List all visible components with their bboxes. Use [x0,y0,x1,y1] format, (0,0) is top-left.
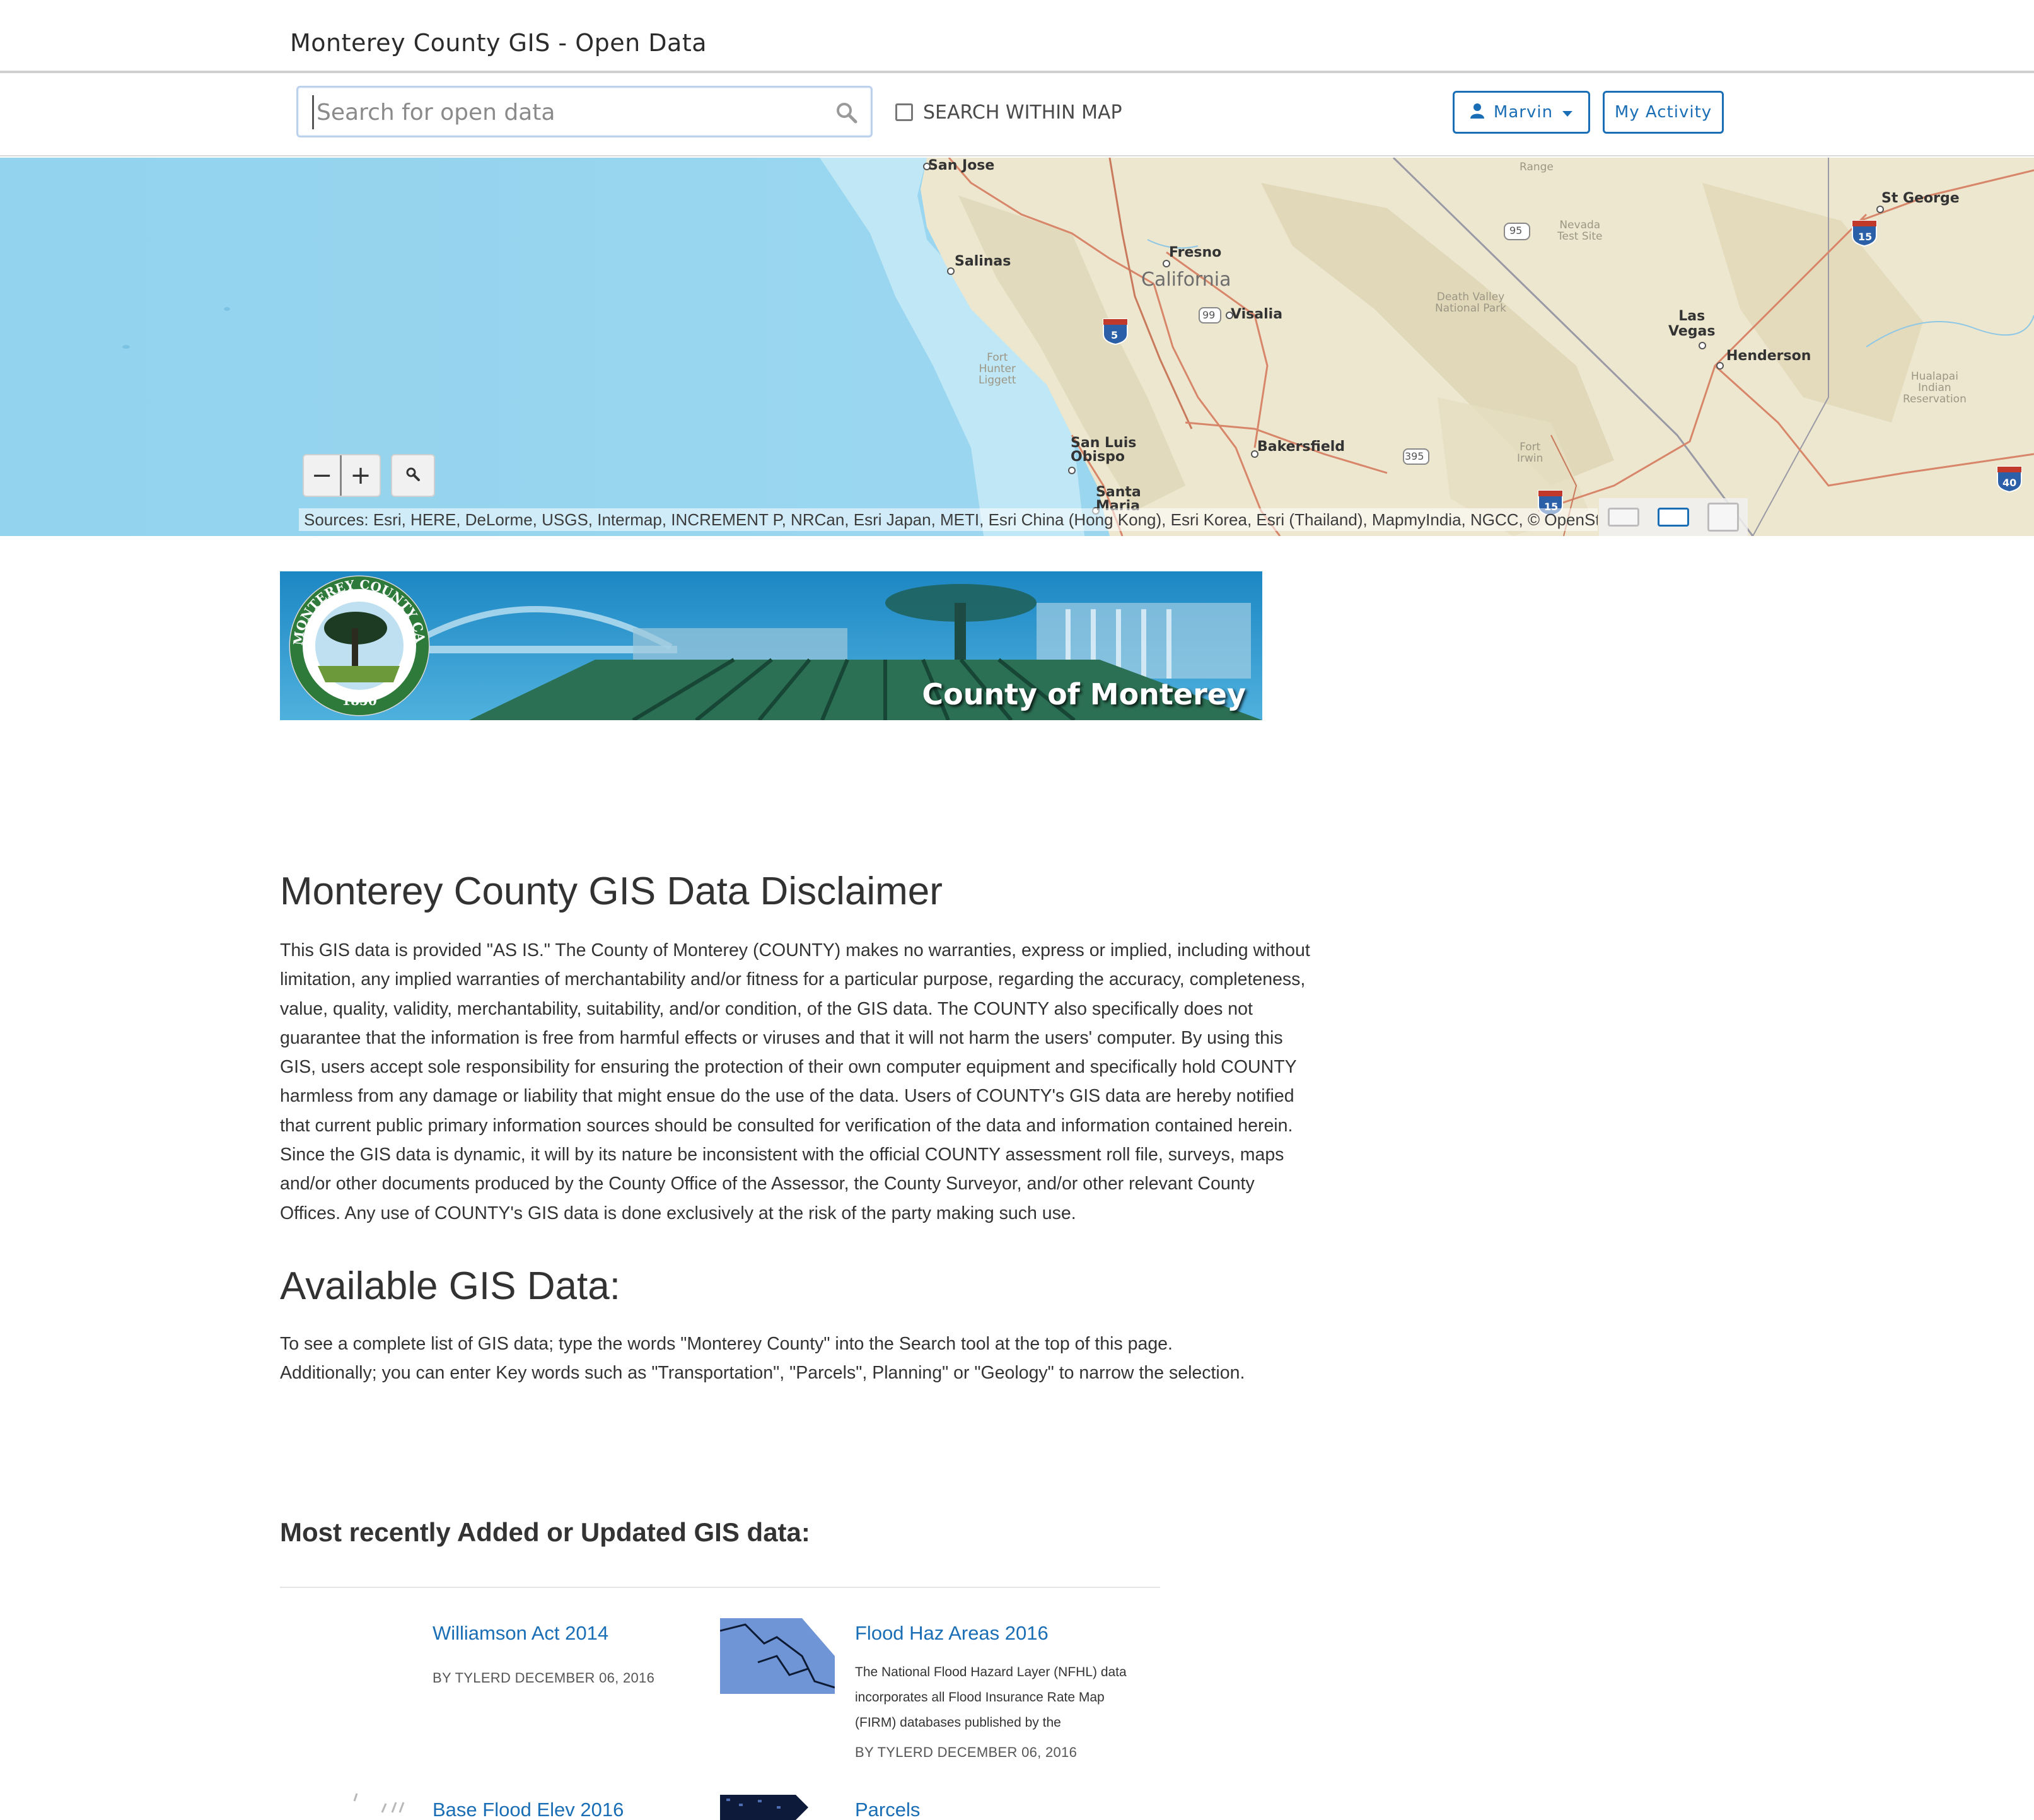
dataset-meta: BY TYLERD DECEMBER 06, 2016 [433,1670,655,1686]
map-shield-5: 5 [1111,329,1119,341]
user-icon [1470,102,1485,123]
site-title[interactable]: Monterey County GIS - Open Data [290,29,707,57]
map-label-fresno: Fresno [1169,245,1222,260]
basemap-option-imagery[interactable] [1707,503,1739,532]
dataset-thumbnail[interactable] [315,1787,430,1820]
map-label-fort-hunter-liggett: Fort Hunter Liggett [979,351,1016,387]
disclaimer-title: Monterey County GIS Data Disclaimer [280,870,943,913]
basemap-option-topo[interactable] [1657,508,1689,527]
map-label-bakersfield: Bakersfield [1257,439,1345,455]
dataset-thumbnail[interactable] [720,1795,835,1820]
disclaimer-body: This GIS data is provided "AS IS." The C… [280,940,1310,1223]
map-label-nevada-test-site: Nevada Test Site [1557,219,1603,243]
available-data-title: Available GIS Data: [280,1264,620,1308]
dataset-thumbnail[interactable] [315,1618,430,1694]
search-box[interactable] [296,86,873,137]
map-label-range: Range [1520,161,1554,173]
map-label-california: California [1141,269,1231,291]
dataset-title-link[interactable]: Flood Haz Areas 2016 [855,1622,1049,1645]
map-shield-40: 40 [2002,477,2017,489]
map-shield-15-north: 15 [1858,231,1873,243]
map-route-99: 99 [1202,309,1216,321]
map-search-button[interactable] [391,454,435,497]
map-label-death-valley: Death Valley National Park [1435,291,1506,315]
map-label-hualapai: Hualapai Indian Reservation [1903,370,1967,405]
map-label-san-luis-obispo: San Luis Obispo [1071,435,1137,465]
user-name: Marvin [1493,103,1554,122]
map-label-visalia: Visalia [1231,306,1283,322]
dataset-title-link[interactable]: Base Flood Elev 2016 [433,1799,624,1820]
available-data-body: To see a complete list of GIS data; type… [280,1329,1314,1387]
available-data-line: Additionally; you can enter Key words su… [280,1363,1245,1383]
map-label-henderson: Henderson [1726,348,1811,364]
search-within-map-label: SEARCH WITHIN MAP [923,101,1122,124]
county-seal: MONTEREY COUNTY CALIFORNIA 1850 [280,571,428,708]
dataset-description: The National Flood Hazard Layer (NFHL) d… [855,1665,1127,1730]
search-bar: SEARCH WITHIN MAP Marvin My Activity [0,76,2034,156]
map-route-95: 95 [1509,225,1523,236]
map-label-las-vegas: Las Vegas [1668,308,1716,339]
search-within-map-checkbox[interactable] [895,103,913,121]
user-menu-button[interactable]: Marvin [1453,91,1590,134]
available-data-line: To see a complete list of GIS data; type… [280,1334,1173,1354]
caret-down-icon [1562,103,1573,122]
county-banner: MONTEREY COUNTY CALIFORNIA 1850 County o… [280,571,1262,720]
zoom-out-button[interactable]: − [304,455,342,496]
banner-title: County of Monterey [922,677,1246,711]
zoom-control: − + [303,454,381,497]
basemap-switcher [1599,498,1748,536]
search-input[interactable] [312,95,817,129]
map-label-san-jose: San Jose [928,158,995,173]
map-route-395: 395 [1405,450,1424,462]
dataset-title-link[interactable]: Parcels [855,1799,920,1820]
search-within-map-toggle[interactable]: SEARCH WITHIN MAP [895,100,1122,125]
map-search-icon [405,466,421,486]
map-label-st-george: St George [1881,190,1960,206]
dataset-meta: BY TYLERD DECEMBER 06, 2016 [855,1744,1078,1760]
basemap-option-light[interactable] [1608,508,1640,527]
recent-data-title: Most recently Added or Updated GIS data: [280,1517,810,1547]
dataset-thumbnail[interactable] [720,1618,835,1694]
zoom-in-button[interactable]: + [342,455,380,496]
map-label-fort-irwin: Fort Irwin [1517,441,1543,465]
my-activity-button[interactable]: My Activity [1603,91,1724,134]
map-label-salinas: Salinas [955,254,1011,269]
map-attribution: Sources: Esri, HERE, DeLorme, USGS, Inte… [299,508,1598,531]
svg-text:1850: 1850 [342,693,377,708]
divider [280,1587,1160,1588]
map-view[interactable]: San Jose Salinas Fresno California Visal… [0,158,2034,536]
svg-text:MONTEREY COUNTY CALIFORNIA: MONTEREY COUNTY CALIFORNIA [280,571,428,646]
search-icon[interactable] [834,100,859,125]
top-header: Monterey County GIS - Open Data [0,0,2034,73]
dataset-title-link[interactable]: Williamson Act 2014 [433,1622,608,1645]
